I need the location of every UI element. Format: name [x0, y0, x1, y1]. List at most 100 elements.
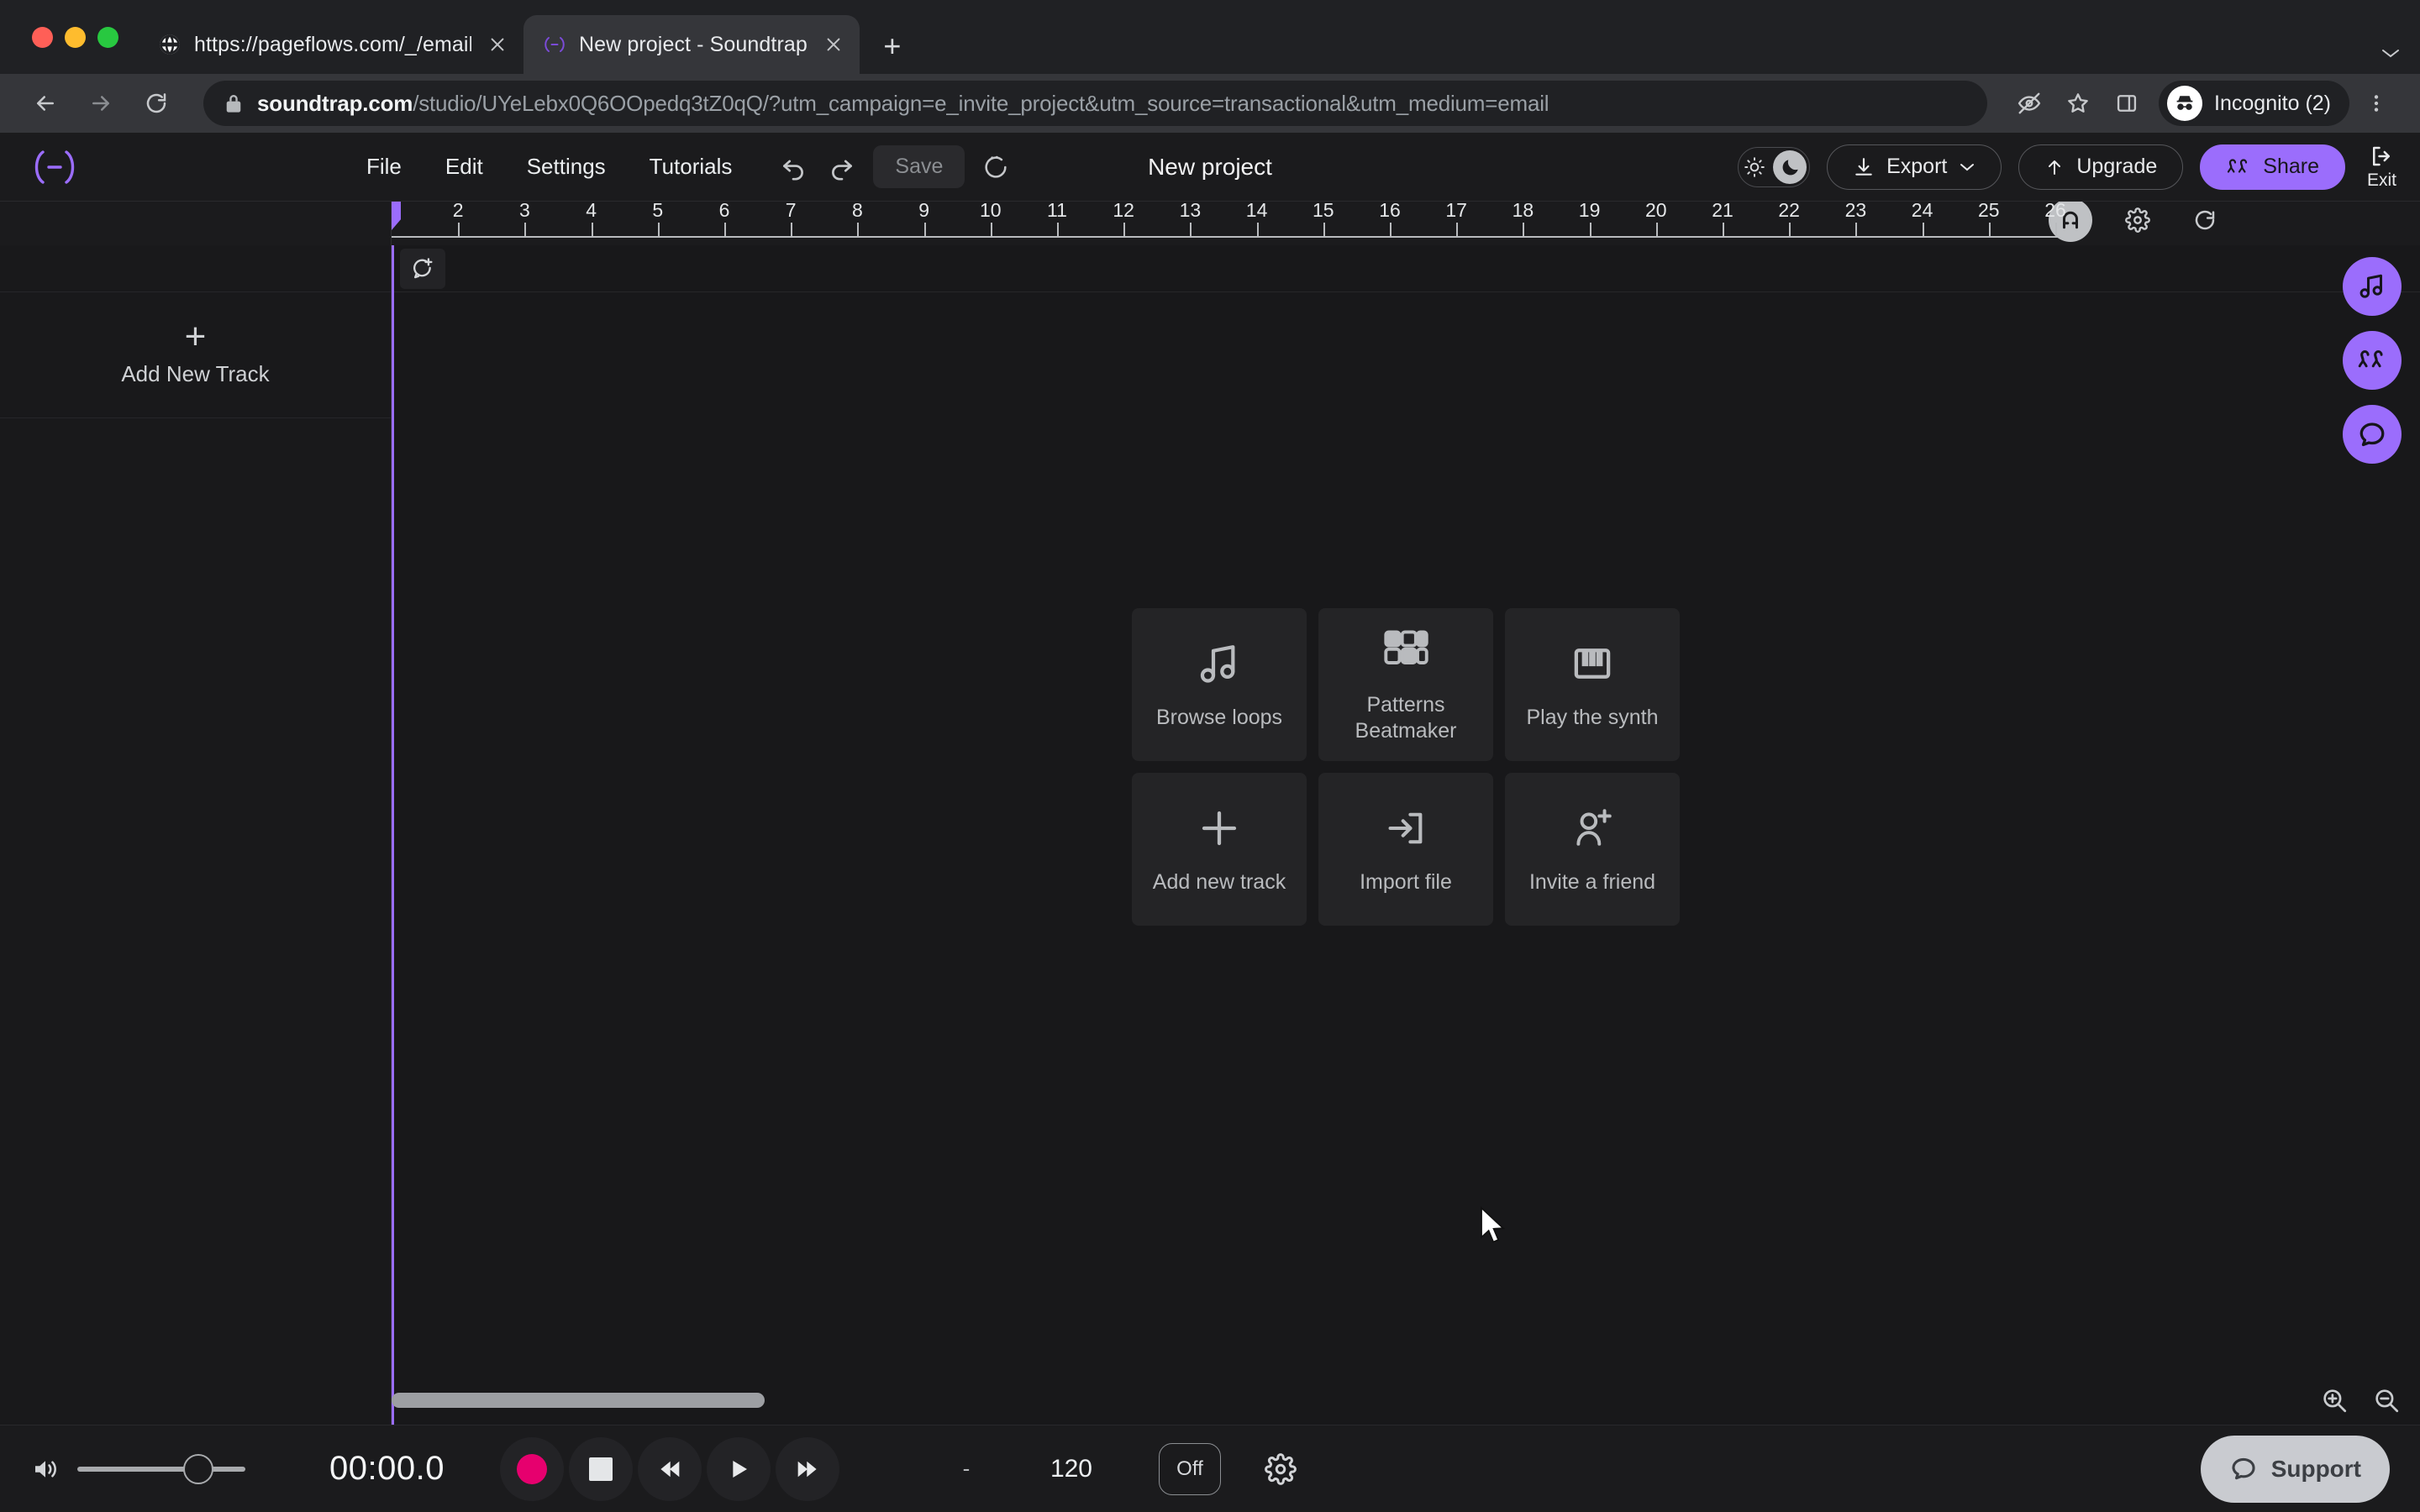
undo-icon[interactable] [769, 145, 818, 189]
three-dot-menu-icon[interactable] [2354, 81, 2398, 125]
playhead-handle[interactable] [392, 202, 401, 230]
new-tab-button[interactable]: + [871, 25, 913, 67]
browser-tab-soundtrap[interactable]: New project - Soundtrap [523, 15, 860, 74]
stop-button[interactable] [568, 1436, 633, 1501]
exit-button[interactable]: Exit [2362, 144, 2402, 191]
add-new-track-button[interactable]: + Add New Track [0, 292, 391, 418]
timeline-ruler[interactable]: 2 3 4 5 6 7 8 9 10 11 12 13 14 15 16 17 18 19 20 21 22 23 24 25… [392, 202, 2420, 245]
volume-slider[interactable] [77, 1451, 245, 1488]
maximize-window-button[interactable] [97, 26, 118, 48]
close-window-button[interactable] [32, 26, 53, 48]
browser-tab-pageflows[interactable]: https://pageflows.com/_/emails [139, 15, 523, 74]
close-tab-button[interactable] [483, 30, 512, 59]
ruler-tick-label: 6 [718, 202, 730, 221]
play-button[interactable] [706, 1436, 771, 1501]
card-label: Patterns Beatmaker [1355, 692, 1457, 743]
menu-file[interactable]: File [345, 145, 424, 188]
minimize-window-button[interactable] [65, 26, 86, 48]
moon-icon [1780, 156, 1802, 178]
import-arrow-icon [1384, 802, 1428, 854]
timecode-display[interactable]: 00:00.0 [329, 1450, 445, 1488]
ruler-tick [458, 223, 460, 236]
ruler-tick-label: 16 [1379, 202, 1401, 221]
piano-keys-icon [1570, 638, 1615, 690]
ruler-tick-label: 12 [1113, 202, 1134, 221]
card-invite-a-friend[interactable]: Invite a friend [1505, 773, 1680, 926]
card-patterns-beatmaker[interactable]: Patterns Beatmaker [1318, 608, 1493, 761]
horizontal-scrollbar[interactable] [392, 1393, 2302, 1408]
revert-history-icon[interactable] [971, 145, 1020, 189]
bpm-display[interactable]: 120 [1004, 1455, 1139, 1483]
collaborators-panel-button[interactable] [2343, 331, 2402, 390]
reload-icon[interactable] [133, 80, 180, 127]
rewind-button[interactable] [637, 1436, 702, 1501]
card-label: Play the synth [1526, 706, 1659, 730]
record-dot-icon [516, 1453, 547, 1484]
right-panel-rail [2343, 257, 2402, 464]
bookmark-star-icon[interactable] [2056, 81, 2100, 125]
sounds-panel-button[interactable] [2343, 257, 2402, 316]
transport-buttons [499, 1436, 839, 1501]
browser-window: https://pageflows.com/_/emails New proje… [0, 0, 2420, 1512]
ruler-tick [524, 223, 527, 236]
ruler-tick [990, 223, 992, 236]
support-button[interactable]: Support [2200, 1435, 2390, 1503]
tracking-protection-off-icon[interactable] [2007, 81, 2051, 125]
profile-incognito-indicator[interactable]: Incognito (2) [2159, 81, 2349, 126]
address-bar[interactable]: soundtrap.com/studio/UYeLebx0Q6OOpedq3tZ… [203, 81, 1988, 126]
close-tab-button[interactable] [819, 30, 848, 59]
menu-tutorials[interactable]: Tutorials [628, 145, 755, 188]
export-button[interactable]: Export [1827, 144, 2002, 190]
track-list-panel: + Add New Track [0, 245, 392, 1425]
theme-toggle[interactable] [1738, 146, 1811, 187]
chat-panel-button[interactable] [2343, 405, 2402, 464]
ruler-tick-label: 25 [1978, 202, 2000, 221]
support-label: Support [2270, 1455, 2361, 1482]
card-label: Import file [1360, 870, 1452, 895]
globe-icon [157, 32, 182, 57]
side-panel-icon[interactable] [2105, 81, 2149, 125]
add-comment-icon[interactable] [400, 248, 445, 289]
record-button[interactable] [499, 1436, 564, 1501]
soundtrap-logo-icon[interactable] [0, 147, 109, 187]
tab-search-chevron-down-icon[interactable] [2380, 39, 2402, 66]
gear-icon[interactable] [2116, 202, 2160, 242]
plus-icon: + [184, 316, 207, 357]
menu-edit[interactable]: Edit [424, 145, 505, 188]
card-label: Add new track [1152, 870, 1286, 895]
upgrade-button[interactable]: Upgrade [2018, 144, 2184, 190]
people-icon [2226, 156, 2251, 178]
share-button[interactable]: Share [2200, 144, 2345, 190]
card-play-the-synth[interactable]: Play the synth [1505, 608, 1680, 761]
volume-knob[interactable] [183, 1453, 213, 1484]
loop-icon[interactable] [2183, 202, 2227, 242]
ruler-tick [1390, 223, 1392, 236]
menu-settings[interactable]: Settings [505, 145, 628, 188]
time-signature-display[interactable]: - [929, 1456, 1004, 1482]
tab-strip-right [2380, 39, 2420, 74]
gear-icon[interactable] [1258, 1452, 1303, 1485]
chevron-down-icon [1959, 161, 1975, 173]
metronome-toggle[interactable]: Off [1158, 1442, 1221, 1495]
ruler-tick [1988, 223, 1991, 236]
card-browse-loops[interactable]: Browse loops [1132, 608, 1307, 761]
redo-icon[interactable] [818, 145, 866, 189]
timeline-canvas[interactable]: Browse loops Patterns Beatmaker Play the… [392, 245, 2420, 1425]
save-button[interactable]: Save [873, 145, 965, 188]
page-title[interactable]: New project [1148, 154, 1272, 181]
soundtrap-icon [542, 32, 567, 57]
fast-forward-button[interactable] [775, 1436, 839, 1501]
studio-menubar: File Edit Settings Tutorials Save [345, 145, 1020, 189]
horizontal-scroll-row [392, 1376, 2420, 1425]
forward-arrow-icon[interactable] [77, 80, 124, 127]
speaker-icon[interactable] [25, 1454, 66, 1484]
back-arrow-icon[interactable] [22, 80, 69, 127]
zoom-out-icon[interactable] [2370, 1383, 2403, 1417]
tab-title: New project - Soundtrap [579, 32, 808, 56]
scrollbar-thumb[interactable] [392, 1393, 765, 1408]
ruler-tick-label: 23 [1844, 202, 1867, 221]
volume-track [77, 1466, 245, 1472]
card-import-file[interactable]: Import file [1318, 773, 1493, 926]
card-add-new-track[interactable]: Add new track [1132, 773, 1307, 926]
zoom-in-icon[interactable] [2317, 1383, 2351, 1417]
